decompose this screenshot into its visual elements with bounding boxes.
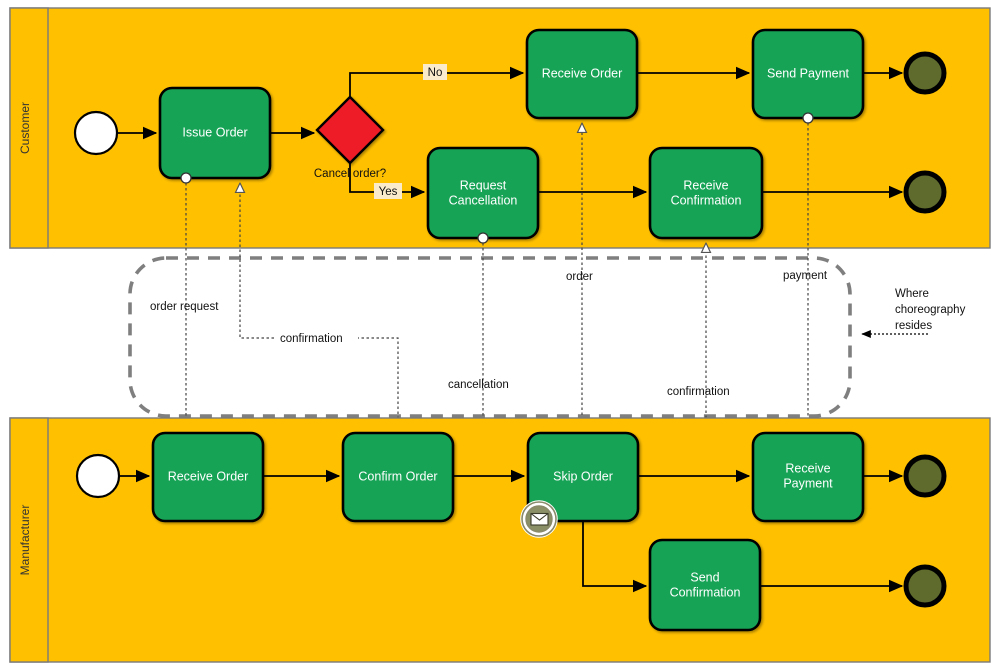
end-event-customer-2 [903,170,947,214]
task-receive-payment[interactable]: Receive Payment [751,431,865,523]
task-send-confirmation-label-2: Confirmation [670,585,741,599]
task-confirm-order-label: Confirm Order [358,469,437,483]
task-send-payment[interactable]: Send Payment [751,28,865,120]
message-flow-order-request-source-dot [180,172,192,184]
message-flow-cancellation-label: cancellation [448,379,509,391]
choreography-region-outline [128,256,852,418]
start-event-manufacturer [75,453,121,499]
end-event-manufacturer-1 [903,454,947,498]
message-flow-confirmation-down-label: confirmation [667,386,730,398]
choreography-region: Where choreography resides [128,256,966,418]
flow-label-no-text: No [428,67,443,79]
bpmn-diagram-canvas: Customer Issue Order Request Cancellatio… [0,0,1000,670]
task-issue-order-label: Issue Order [182,125,247,139]
task-skip-order-label: Skip Order [553,469,613,483]
task-receive-confirmation-label-1: Receive [683,178,728,192]
message-flow-cancellation-source-dot [477,232,489,244]
task-confirm-order[interactable]: Confirm Order [341,431,455,523]
task-receive-order-manufacturer-label: Receive Order [168,469,249,483]
start-event-customer [73,110,119,156]
end-event-customer-1-shape [903,51,947,95]
task-request-cancellation[interactable]: Request Cancellation [426,146,540,240]
pool-manufacturer-label: Manufacturer [18,505,32,576]
choreography-annotation-line-1: Where [895,288,929,300]
gateway-cancel-order-label: Cancel order? [314,168,386,180]
end-event-manufacturer-2-shape [903,564,947,608]
message-flow-order-label: order [566,271,593,283]
task-receive-order-customer[interactable]: Receive Order [525,28,639,120]
flow-label-yes-text: Yes [379,186,398,198]
message-flow-payment-source-dot [802,112,814,124]
task-send-payment-label: Send Payment [767,66,850,80]
choreography-annotation-line-2: choreography [895,304,966,316]
task-request-cancellation-label-1: Request [460,178,507,192]
task-receive-order-manufacturer[interactable]: Receive Order [151,431,265,523]
end-event-customer-1 [903,51,947,95]
end-event-manufacturer-1-shape [903,454,947,498]
task-issue-order[interactable]: Issue Order [158,86,272,180]
task-send-confirmation-label-1: Send [690,570,719,584]
end-event-customer-2-shape [903,170,947,214]
bpmn-svg-root: Customer Issue Order Request Cancellatio… [9,7,991,663]
choreography-annotation-line-3: resides [895,320,932,332]
task-receive-payment-label-2: Payment [783,476,833,490]
task-receive-order-customer-label: Receive Order [542,66,623,80]
task-send-confirmation[interactable]: Send Confirmation [648,538,762,632]
flow-label-yes: Yes [374,183,402,199]
task-request-cancellation-label-2: Cancellation [449,193,518,207]
task-receive-confirmation-label-2: Confirmation [671,193,742,207]
pool-customer-label: Customer [18,102,32,154]
task-receive-confirmation[interactable]: Receive Confirmation [648,146,764,240]
message-flow-order-request-label: order request [150,301,219,313]
message-flow-payment-label: payment [783,270,828,282]
boundary-message-event-skip-order[interactable] [520,500,558,538]
flow-label-no: No [423,64,447,80]
end-event-manufacturer-2 [903,564,947,608]
message-flow-confirmation-up-label: confirmation [280,333,343,345]
task-receive-payment-label-1: Receive [785,461,830,475]
